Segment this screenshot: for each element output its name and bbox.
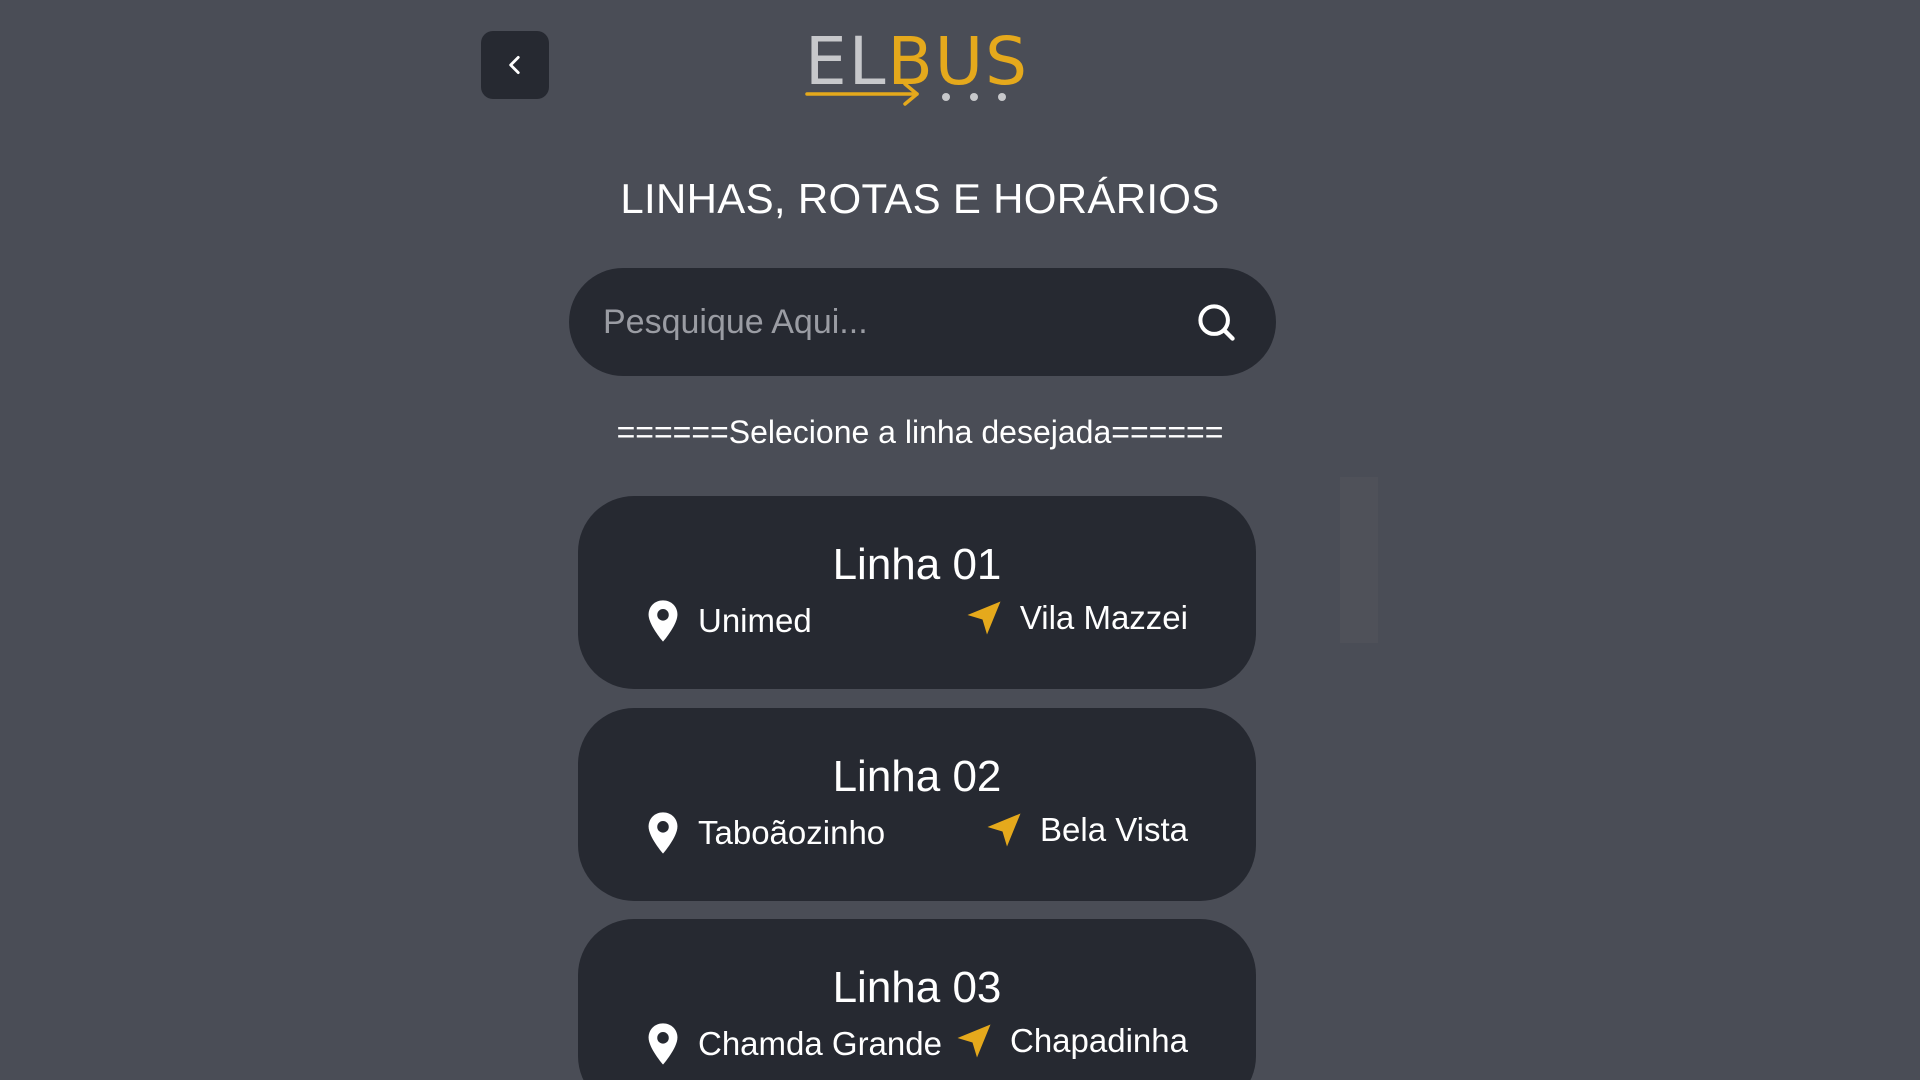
search-bar (569, 268, 1276, 376)
line-destination: Bela Vista (986, 811, 1188, 849)
line-card[interactable]: Linha 01 Unimed Vila Mazzei (578, 496, 1256, 689)
line-title: Linha 01 (832, 540, 1002, 589)
navigation-arrow-icon (956, 1023, 992, 1059)
map-pin-icon (646, 599, 680, 643)
origin-label: Chamda Grande (698, 1025, 942, 1062)
line-origin: Taboãozinho (646, 811, 885, 855)
line-origin: Chamda Grande (646, 1022, 942, 1066)
destination-label: Bela Vista (1040, 811, 1188, 848)
map-pin-icon (646, 1022, 680, 1066)
logo-dots-icon (942, 93, 1006, 101)
line-destination: Chapadinha (956, 1022, 1188, 1060)
origin-label: Taboãozinho (698, 814, 886, 851)
line-destination: Vila Mazzei (966, 599, 1188, 637)
chevron-left-icon (509, 56, 520, 74)
page-title: LINHAS, ROTAS E HORÁRIOS (620, 175, 1220, 222)
back-button[interactable] (481, 31, 549, 99)
search-icon[interactable] (1194, 300, 1238, 344)
line-title: Linha 03 (832, 963, 1002, 1012)
destination-label: Chapadinha (1010, 1022, 1188, 1059)
line-card[interactable]: Linha 02 Taboãozinho Bela Vista (578, 708, 1256, 901)
navigation-arrow-icon (986, 812, 1022, 848)
line-title: Linha 02 (832, 752, 1002, 801)
app-screen: ELBUS LINHAS, ROTAS E HORÁRIOS ======Sel… (0, 0, 1920, 1080)
logo-arrow-icon (805, 82, 919, 106)
search-input[interactable] (603, 268, 1163, 376)
line-card[interactable]: Linha 03 Chamda Grande Chapadinha (578, 919, 1256, 1080)
scrollbar-track[interactable] (1340, 477, 1378, 643)
select-line-hint: ======Selecione a linha desejada====== (616, 414, 1224, 450)
elbus-logo: ELBUS (800, 18, 1027, 113)
origin-label: Unimed (698, 602, 812, 639)
destination-label: Vila Mazzei (1019, 599, 1188, 636)
map-pin-icon (646, 811, 680, 855)
navigation-arrow-icon (966, 600, 1002, 636)
line-origin: Unimed (646, 599, 812, 643)
